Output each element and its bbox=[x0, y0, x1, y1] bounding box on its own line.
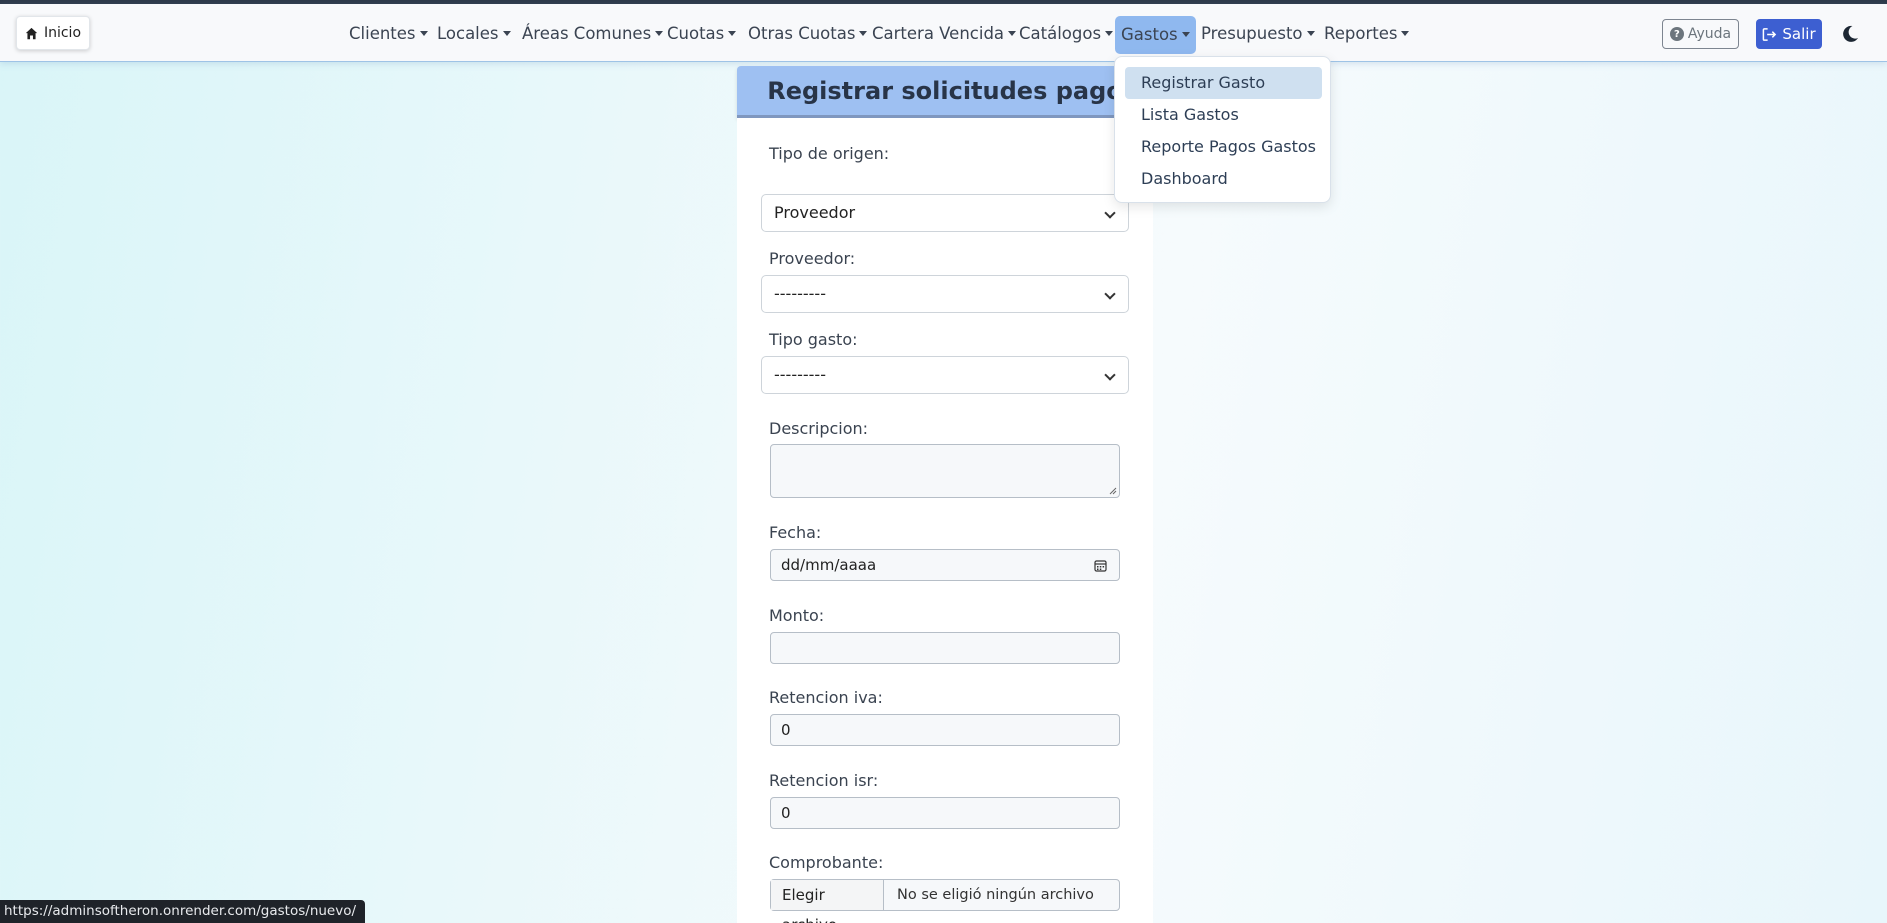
help-button[interactable]: ? Ayuda bbox=[1662, 19, 1739, 49]
menu-label: Presupuesto bbox=[1201, 24, 1303, 43]
proveedor-select[interactable]: --------- bbox=[761, 275, 1129, 313]
select-value: --------- bbox=[774, 284, 826, 303]
monto-input[interactable] bbox=[770, 632, 1120, 664]
fecha-input[interactable]: dd/mm/aaaa bbox=[770, 549, 1120, 581]
comprobante-label: Comprobante: bbox=[769, 853, 884, 872]
top-navbar: Inicio Clientes Locales Áreas Comunes Cu… bbox=[0, 4, 1887, 62]
select-value: Proveedor bbox=[774, 203, 856, 222]
dropdown-item-reporte-pagos-gastos[interactable]: Reporte Pagos Gastos bbox=[1125, 131, 1322, 163]
caret-down-icon bbox=[1181, 32, 1190, 37]
monto-label: Monto: bbox=[769, 606, 825, 625]
caret-down-icon bbox=[859, 31, 868, 36]
dropdown-item-dashboard[interactable]: Dashboard bbox=[1125, 163, 1322, 195]
chevron-down-icon bbox=[1104, 207, 1116, 219]
descripcion-label: Descripcion: bbox=[769, 419, 869, 438]
menu-areas-comunes[interactable]: Áreas Comunes bbox=[522, 18, 664, 50]
menu-catalogos[interactable]: Catálogos bbox=[1019, 18, 1114, 50]
tipo-origen-select[interactable]: Proveedor bbox=[761, 194, 1129, 232]
home-button[interactable]: Inicio bbox=[16, 16, 90, 50]
logout-label: Salir bbox=[1782, 25, 1816, 43]
descripcion-textarea[interactable] bbox=[770, 444, 1120, 498]
calendar-icon[interactable] bbox=[1094, 559, 1107, 572]
menu-label: Catálogos bbox=[1019, 24, 1102, 43]
comprobante-file-input[interactable]: Elegir archivo No se eligió ningún archi… bbox=[770, 879, 1120, 923]
link-status-bar: https://adminsoftheron.onrender.com/gast… bbox=[0, 900, 365, 923]
home-label: Inicio bbox=[43, 25, 82, 41]
retencion-isr-input[interactable]: 0 bbox=[770, 797, 1120, 829]
menu-label: Áreas Comunes bbox=[522, 24, 652, 43]
caret-down-icon bbox=[502, 31, 511, 36]
choose-file-button[interactable]: Elegir archivo bbox=[771, 880, 884, 923]
menu-locales[interactable]: Locales bbox=[437, 18, 511, 50]
menu-clientes[interactable]: Clientes bbox=[349, 18, 428, 50]
menu-cartera-vencida[interactable]: Cartera Vencida bbox=[872, 18, 1017, 50]
proveedor-label: Proveedor: bbox=[769, 249, 856, 268]
gastos-dropdown-menu: Registrar Gasto Lista Gastos Reporte Pag… bbox=[1114, 56, 1331, 203]
dropdown-item-registrar-gasto[interactable]: Registrar Gasto bbox=[1125, 67, 1322, 99]
menu-label: Locales bbox=[437, 24, 499, 43]
menu-label: Clientes bbox=[349, 24, 416, 43]
dropdown-item-lista-gastos[interactable]: Lista Gastos bbox=[1125, 99, 1322, 131]
retencion-iva-label: Retencion iva: bbox=[769, 688, 883, 707]
logout-button[interactable]: Salir bbox=[1756, 19, 1822, 49]
menu-label: Otras Cuotas bbox=[748, 24, 856, 43]
retencion-isr-label: Retencion isr: bbox=[769, 771, 879, 790]
caret-down-icon bbox=[1401, 31, 1410, 36]
tipo-gasto-label: Tipo gasto: bbox=[769, 330, 858, 349]
menu-label: Cuotas bbox=[667, 24, 725, 43]
date-placeholder: dd/mm/aaaa bbox=[781, 556, 877, 574]
question-circle-icon: ? bbox=[1669, 27, 1684, 41]
help-label: Ayuda bbox=[1687, 26, 1732, 42]
resize-handle-icon[interactable] bbox=[1109, 487, 1117, 495]
menu-label: Cartera Vencida bbox=[872, 24, 1005, 43]
file-status: No se eligió ningún archivo bbox=[897, 887, 1094, 903]
house-icon bbox=[25, 27, 38, 39]
menu-reportes[interactable]: Reportes bbox=[1324, 18, 1410, 50]
page-title: Registrar solicitudes pago bbox=[737, 66, 1153, 118]
caret-down-icon bbox=[655, 31, 664, 36]
menu-cuotas[interactable]: Cuotas bbox=[667, 18, 737, 50]
tipo-origen-label: Tipo de origen: bbox=[769, 144, 890, 163]
tipo-gasto-select[interactable]: --------- bbox=[761, 356, 1129, 394]
logout-icon bbox=[1763, 27, 1777, 41]
select-value: --------- bbox=[774, 365, 826, 384]
caret-down-icon bbox=[1306, 31, 1315, 36]
caret-down-icon bbox=[419, 31, 428, 36]
menu-otras-cuotas[interactable]: Otras Cuotas bbox=[748, 18, 868, 50]
menu-label: Reportes bbox=[1324, 24, 1398, 43]
menu-gastos[interactable]: Gastos bbox=[1115, 16, 1196, 54]
moon-icon[interactable] bbox=[1840, 24, 1860, 44]
chevron-down-icon bbox=[1104, 288, 1116, 300]
fecha-label: Fecha: bbox=[769, 523, 822, 542]
retencion-iva-input[interactable]: 0 bbox=[770, 714, 1120, 746]
caret-down-icon bbox=[728, 31, 737, 36]
menu-presupuesto[interactable]: Presupuesto bbox=[1201, 18, 1315, 50]
caret-down-icon bbox=[1008, 31, 1017, 36]
caret-down-icon bbox=[1105, 31, 1114, 36]
chevron-down-icon bbox=[1104, 369, 1116, 381]
menu-label: Gastos bbox=[1121, 25, 1178, 44]
